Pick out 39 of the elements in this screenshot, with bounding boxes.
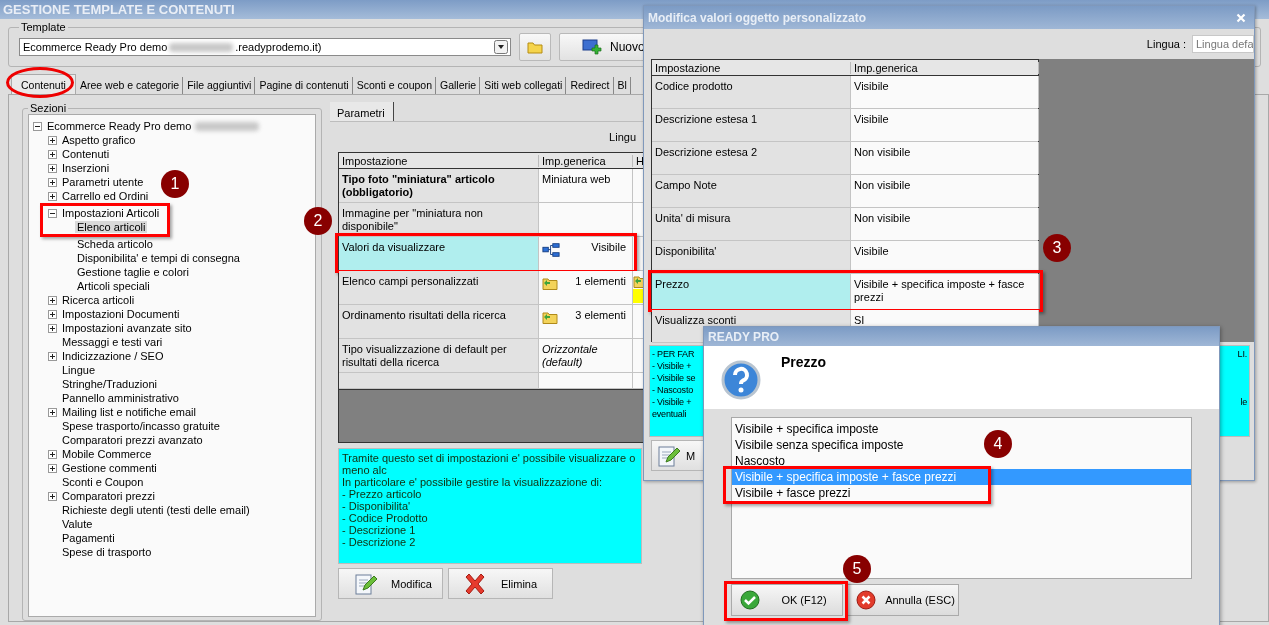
cell-text: Miniatura web	[542, 173, 611, 185]
table-cell: Visibile	[851, 76, 1039, 108]
dialog-title: Modifica valori oggetto personalizzato	[648, 10, 867, 25]
table-cell: Visibile	[851, 109, 1039, 141]
table-cell: Non visibile	[851, 142, 1039, 174]
cell-text: Visibile	[591, 241, 626, 254]
note-text: - Visibile +	[652, 360, 692, 372]
description-line: - Prezzo articolo	[342, 488, 423, 500]
description-line: Tramite questo set di impostazioni e' possibile visualizzare o meno alc	[342, 452, 637, 476]
description-line: - Codice Prodotto	[342, 512, 429, 524]
cell-text: 1 elementi	[575, 275, 626, 288]
note-text: eventuali	[652, 408, 687, 420]
group-label: Sezioni	[29, 102, 68, 114]
description-line: - Descrizione 1	[342, 524, 417, 536]
table-cell: Non visibile	[851, 208, 1039, 240]
column-header: Impostazione	[339, 154, 539, 167]
description-line: In particolare e' possibile gestire la visualizzazione di:	[342, 476, 604, 488]
dialog-heading: Prezzo	[781, 354, 827, 370]
dialog-title: READY PRO	[708, 329, 780, 344]
note-text: - Visibile se	[652, 372, 696, 384]
window-title: GESTIONE TEMPLATE E CONTENUTI	[3, 2, 235, 17]
step-marker: 2	[304, 207, 332, 235]
note-text: - PER FAR	[652, 348, 695, 360]
note-text: LI.	[1237, 348, 1247, 360]
note-text: le	[1240, 396, 1247, 408]
description-line: - Descrizione 2	[342, 536, 417, 548]
column-header: Impostazione	[652, 61, 851, 74]
table-cell: Visibile + specifica imposte + fasce prezzi	[851, 274, 1039, 309]
column-header: Imp.generica	[539, 154, 633, 167]
note-text: - Visibile +	[652, 396, 692, 408]
language-label: Lingua :	[1146, 38, 1186, 50]
description-line: - Disponibilita'	[342, 500, 412, 512]
note-text: - Nascosto	[652, 384, 693, 396]
cell-text: Orizzontale (default)	[542, 343, 598, 368]
language-label: Lingu	[609, 131, 636, 143]
group-label: Template	[20, 21, 67, 33]
table-cell: Visibile	[851, 241, 1039, 273]
cell-text: 3 elementi	[575, 309, 626, 322]
table-cell: Non visibile	[851, 175, 1039, 207]
